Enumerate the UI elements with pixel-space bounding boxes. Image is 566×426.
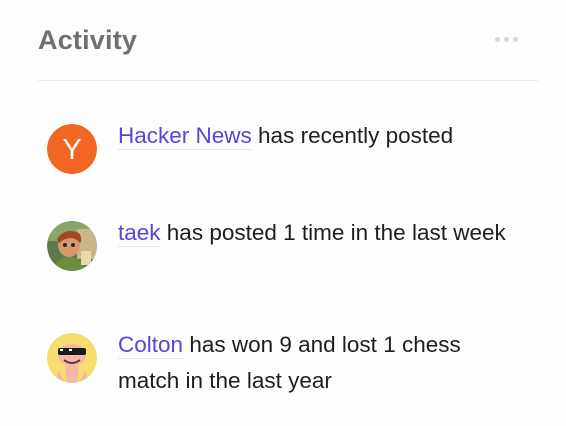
- more-horizontal-icon[interactable]: [495, 37, 518, 42]
- activity-text: taek has posted 1 time in the last week: [118, 215, 518, 251]
- activity-header: Activity: [38, 0, 538, 81]
- avatar-letter: Y: [62, 134, 81, 166]
- activity-item: Colton has won 9 and lost 1 chess match …: [47, 327, 527, 407]
- cartoon-avatar-icon: [47, 333, 97, 383]
- taek-avatar[interactable]: [47, 221, 97, 271]
- more-dot: [495, 37, 500, 42]
- hacker-news-logo-icon: Y: [47, 124, 97, 174]
- cartoon-avatar-icon: [47, 221, 97, 271]
- activity-title: Activity: [38, 25, 138, 55]
- more-dot: [504, 37, 509, 42]
- activity-text: Hacker News has recently posted: [118, 118, 518, 154]
- activity-text: Colton has won 9 and lost 1 chess match …: [118, 327, 518, 399]
- user-link-taek[interactable]: taek: [118, 220, 161, 247]
- activity-description: has recently posted: [258, 123, 454, 148]
- activity-item: taek has posted 1 time in the last week: [47, 215, 527, 295]
- activity-card: Activity Y Hacker News has recently post…: [0, 0, 566, 426]
- user-link-hacker-news[interactable]: Hacker News: [118, 123, 252, 150]
- colton-avatar[interactable]: [47, 333, 97, 383]
- user-link-colton[interactable]: Colton: [118, 332, 184, 359]
- activity-item: Y Hacker News has recently posted: [47, 118, 527, 198]
- hacker-news-avatar[interactable]: Y: [47, 124, 97, 174]
- more-dot: [513, 37, 518, 42]
- activity-description: has posted 1 time in the last week: [166, 220, 506, 245]
